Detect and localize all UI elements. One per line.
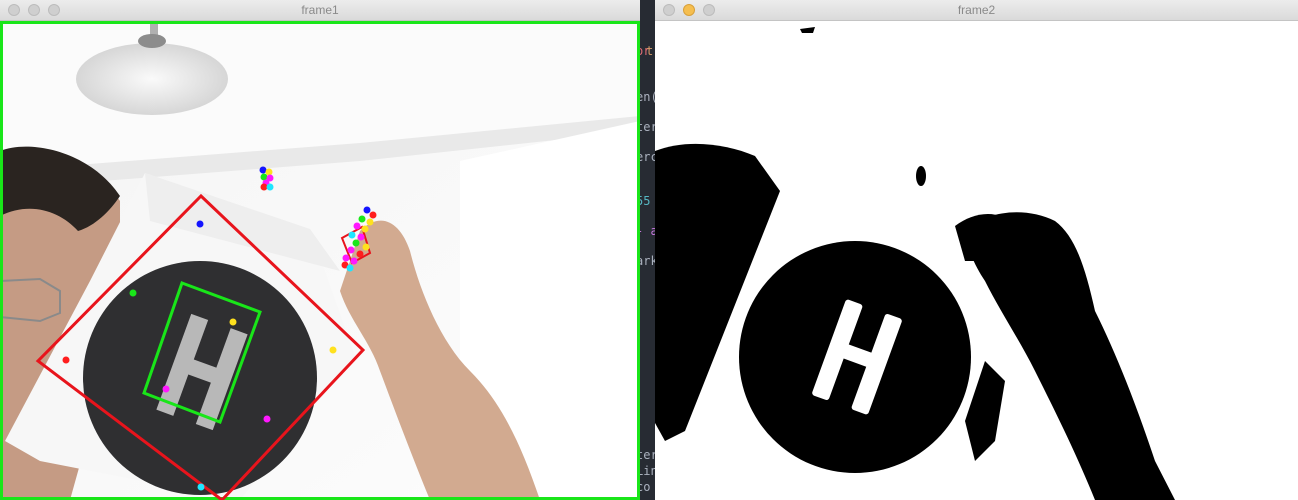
keypoint-cluster-top [259,166,274,191]
keypoint [129,289,137,297]
keypoint [196,220,204,228]
keypoint [197,483,205,491]
editor-fragment: t [646,44,654,58]
keypoint [263,415,271,423]
keypoint [329,346,337,354]
keypoint [62,356,70,364]
keypoint [229,318,237,326]
threshold-speck [916,166,926,186]
titlebar-frame1[interactable]: frame1 [0,0,640,21]
threshold-frame-canvas [655,21,1298,500]
window-title: frame1 [301,3,339,17]
threshold-view [655,21,1298,500]
window-title: frame2 [957,3,996,17]
titlebar-frame2[interactable]: frame2 [655,0,1298,21]
camera-view [0,21,640,500]
camera-frame-canvas [0,21,640,500]
keypoint [162,385,170,393]
window-frame2[interactable]: frame2 [655,0,1298,500]
window-frame1[interactable]: frame1 [0,0,640,500]
